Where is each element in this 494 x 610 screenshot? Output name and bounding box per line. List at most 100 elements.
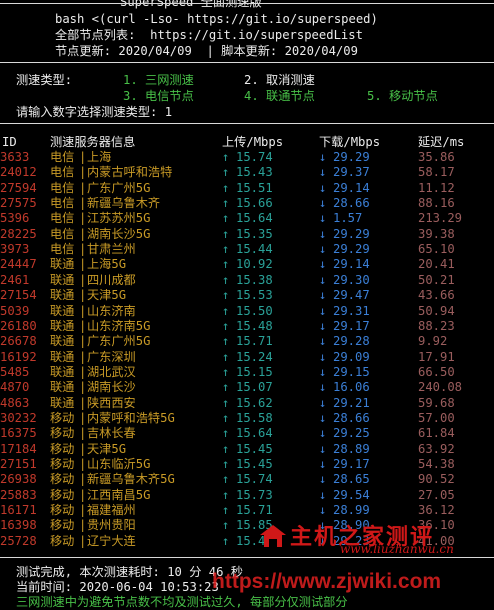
row-id: 16398 xyxy=(0,518,37,533)
row-upload: 15.53 xyxy=(236,288,273,303)
row-location: 广东深圳 xyxy=(87,349,136,364)
row-latency: 11.12 xyxy=(418,180,455,195)
row-latency: 65.10 xyxy=(418,242,455,257)
row-id: 3973 xyxy=(0,242,30,257)
upload-arrow-icon: ↑ xyxy=(222,426,230,441)
watermark-url: https://www.zjwiki.com xyxy=(212,570,442,593)
download-arrow-icon: ↓ xyxy=(319,211,327,226)
col-upload-header: 上传/Mbps xyxy=(222,135,284,149)
col-id-header: ID xyxy=(2,135,17,149)
download-arrow-icon: ↓ xyxy=(319,487,327,502)
upload-arrow-icon: ↑ xyxy=(222,257,230,272)
row-latency: 50.21 xyxy=(418,272,455,287)
upload-arrow-icon: ↑ xyxy=(222,288,230,303)
download-arrow-icon: ↓ xyxy=(319,395,327,410)
row-isp: 联通 xyxy=(50,334,75,349)
row-upload: 15.62 xyxy=(236,395,273,410)
row-id: 17184 xyxy=(0,441,37,456)
row-id: 30232 xyxy=(0,410,37,425)
upload-arrow-icon: ↑ xyxy=(222,242,230,257)
row-latency: 66.50 xyxy=(418,364,455,379)
download-arrow-icon: ↓ xyxy=(319,349,327,364)
row-location: 甘肃兰州 xyxy=(87,242,136,257)
row-isp: 联通 xyxy=(50,288,75,303)
row-latency: 59.68 xyxy=(418,395,455,410)
download-arrow-icon: ↓ xyxy=(319,457,327,471)
row-isp: 联通 xyxy=(50,380,75,395)
menu-option-4: 4. 联通节点 xyxy=(244,89,315,103)
row-location: 四川成都 xyxy=(87,272,136,287)
row-isp: 电信 xyxy=(50,242,75,257)
row-download: 29.25 xyxy=(333,426,370,441)
watermark-en: www.liuzhanwu.cn xyxy=(340,542,454,556)
row-location: 江西南昌5G xyxy=(87,487,151,502)
row-upload: 15.71 xyxy=(236,334,273,349)
table-row: 5396 电信 | 江苏苏州5G ↑ 15.64 ↓ 1.57 213.29 xyxy=(0,210,494,226)
download-arrow-icon: ↓ xyxy=(319,380,327,395)
row-location: 吉林长春 xyxy=(87,426,136,441)
download-arrow-icon: ↓ xyxy=(319,226,327,241)
table-row: 26678 联通 | 广东广州5G ↑ 15.71 ↓ 29.28 9.92 xyxy=(0,333,494,349)
row-separator: | xyxy=(79,180,87,195)
upload-arrow-icon: ↑ xyxy=(222,303,230,318)
row-upload: 15.45 xyxy=(236,441,273,456)
menu-option-2: 2. 取消测速 xyxy=(244,73,315,87)
row-upload: 15.48 xyxy=(236,318,273,333)
upload-arrow-icon: ↑ xyxy=(222,487,230,502)
table-row: 5039 联通 | 山东济南 ↑ 15.50 ↓ 29.31 50.94 xyxy=(0,303,494,319)
row-download: 29.29 xyxy=(333,226,370,241)
row-download: 28.89 xyxy=(333,441,370,456)
row-separator: | xyxy=(79,395,87,410)
row-location: 陕西西安 xyxy=(87,395,136,410)
table-row: 26938 移动 | 新疆乌鲁木齐5G ↑ 15.74 ↓ 28.65 90.52 xyxy=(0,471,494,487)
row-download: 29.28 xyxy=(333,334,370,349)
command-line: bash <(curl -Lso- https://git.io/supersp… xyxy=(55,12,378,26)
download-arrow-icon: ↓ xyxy=(319,426,327,441)
row-separator: | xyxy=(79,410,87,425)
row-upload: 15.38 xyxy=(236,272,273,287)
row-isp: 电信 xyxy=(50,196,75,211)
row-location: 广东广州5G xyxy=(87,334,151,349)
row-latency: 43.66 xyxy=(418,288,455,303)
row-upload: 15.74 xyxy=(236,472,273,487)
row-isp: 移动 xyxy=(50,426,75,441)
row-location: 内蒙古呼和浩特 xyxy=(87,165,173,180)
current-time-line: 当前时间: 2020-06-04 10:53:23 xyxy=(16,580,219,594)
row-separator: | xyxy=(79,487,87,502)
row-id: 26678 xyxy=(0,334,37,349)
table-row: 2461 联通 | 四川成都 ↑ 15.38 ↓ 29.30 50.21 xyxy=(0,272,494,288)
upload-arrow-icon: ↑ xyxy=(222,318,230,333)
row-download: 29.09 xyxy=(333,349,370,364)
row-latency: 20.41 xyxy=(418,257,455,272)
row-location: 上海5G xyxy=(87,257,127,272)
upload-arrow-icon: ↑ xyxy=(222,472,230,487)
row-isp: 移动 xyxy=(50,487,75,502)
row-separator: | xyxy=(79,165,87,180)
upload-arrow-icon: ↑ xyxy=(222,334,230,349)
menu-option-1: 1. 三网测速 xyxy=(123,73,194,87)
row-download: 29.14 xyxy=(333,257,370,272)
row-separator: | xyxy=(79,364,87,379)
row-upload: 15.43 xyxy=(236,165,273,180)
row-download: 1.57 xyxy=(333,211,363,226)
footer-divider xyxy=(0,557,494,558)
row-id: 26938 xyxy=(0,472,37,487)
download-arrow-icon: ↓ xyxy=(319,180,327,195)
row-id: 5039 xyxy=(0,303,30,318)
row-separator: | xyxy=(79,380,87,395)
row-isp: 移动 xyxy=(50,410,75,425)
table-row: 4870 联通 | 湖南长沙 ↑ 15.07 ↓ 16.06 240.08 xyxy=(0,379,494,395)
row-latency: 240.08 xyxy=(418,380,463,395)
upload-arrow-icon: ↑ xyxy=(222,503,230,518)
row-separator: | xyxy=(79,503,87,518)
row-latency: 9.92 xyxy=(418,334,448,349)
row-location: 江苏苏州5G xyxy=(87,211,151,226)
row-latency: 50.94 xyxy=(418,303,455,318)
row-location: 山东临沂5G xyxy=(87,457,151,471)
row-latency: 61.84 xyxy=(418,426,455,441)
title-divider xyxy=(0,3,494,4)
table-row: 27154 联通 | 天津5G ↑ 15.53 ↓ 29.47 43.66 xyxy=(0,287,494,303)
row-id: 16171 xyxy=(0,503,37,518)
row-latency: 88.16 xyxy=(418,196,455,211)
table-row: 28225 电信 | 湖南长沙5G ↑ 15.35 ↓ 29.29 39.38 xyxy=(0,226,494,242)
